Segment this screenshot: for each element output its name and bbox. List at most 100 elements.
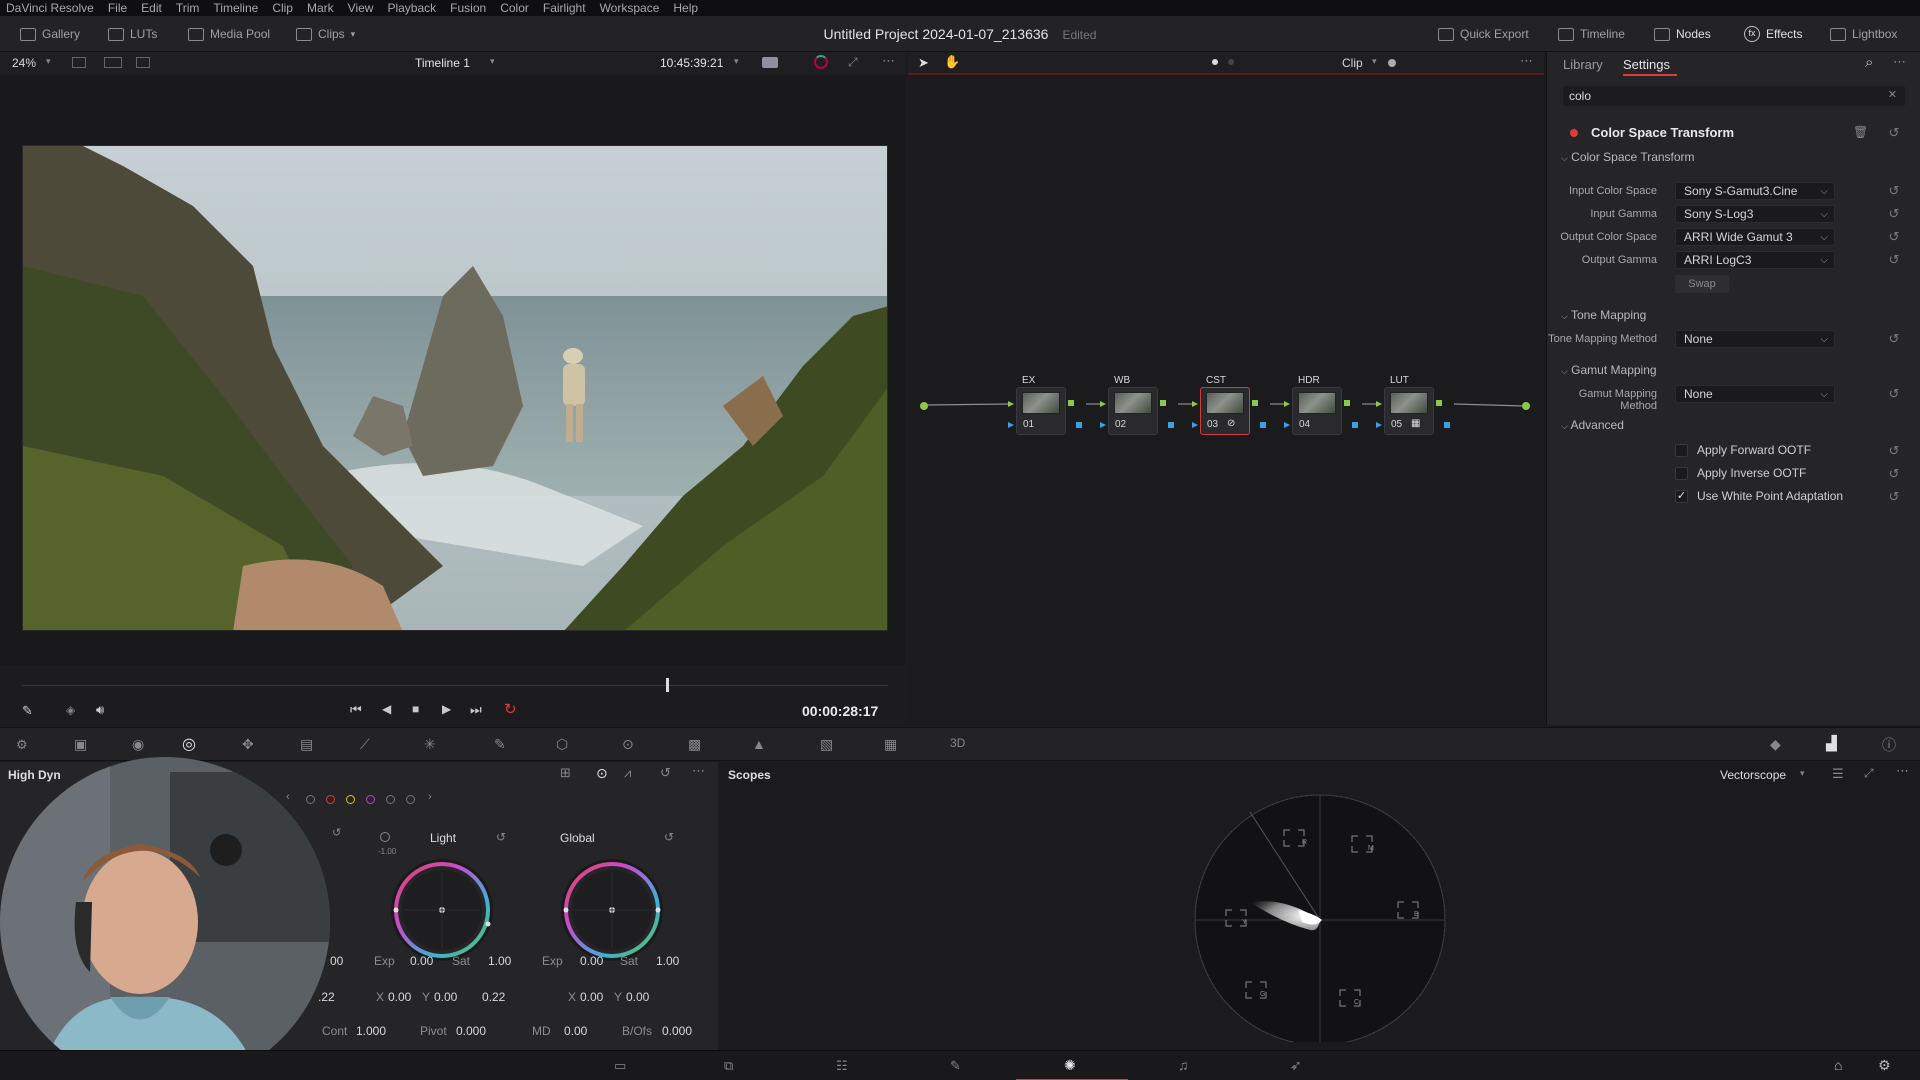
zoom-dropdown[interactable]: 24% [12,56,36,70]
color-wheels-icon[interactable]: ◉ [132,736,144,753]
chevron-right-icon[interactable]: › [428,791,432,803]
color-match-icon[interactable]: ▣ [74,736,87,753]
timeline-button[interactable]: Timeline [1558,24,1625,44]
menu-item-clip[interactable]: Clip [272,1,293,15]
eyedropper-icon[interactable]: ✎ [22,703,33,719]
keyframes-icon[interactable]: ◆ [1770,736,1781,753]
light-y-value[interactable]: 0.00 [434,990,457,1004]
light-sat-value[interactable]: 1.00 [488,954,511,968]
input-gamma-dropdown[interactable]: Sony S-Log3 ⌵ [1675,205,1835,223]
reset-icon[interactable]: ↺ [1887,253,1901,267]
settings-gear-icon[interactable]: ⚙︎ [1878,1057,1891,1074]
tone-mapping-dropdown[interactable]: None ⌵ [1675,330,1835,348]
falloff-icon[interactable] [380,832,390,842]
deliver-page-icon[interactable]: ➶ [1290,1057,1302,1074]
scrubber-track[interactable] [22,685,888,686]
menu-item-fusion[interactable]: Fusion [450,1,486,15]
scope-settings-icon[interactable]: ☰ [1832,766,1844,782]
reset-icon[interactable]: ↺ [1887,387,1901,401]
scopes-icon[interactable]: ▟ [1826,735,1837,752]
delete-effect-icon[interactable]: 🗑︎ [1853,125,1868,139]
clips-button[interactable]: Clips ▾ [296,24,355,44]
light-exp-value[interactable]: 0.00 [410,954,433,968]
apply-forward-ootf-checkbox[interactable] [1675,444,1688,457]
menu-item-help[interactable]: Help [673,1,698,15]
menu-item-mark[interactable]: Mark [307,1,334,15]
single-view-icon[interactable] [72,57,86,68]
graph-icon[interactable]: ⩘ [624,765,631,781]
menu-item-app[interactable]: DaVinci Resolve [6,1,94,15]
fusion-page-icon[interactable]: ✎ [950,1058,961,1074]
qualifier-icon[interactable]: ✎ [494,736,506,753]
md-value[interactable]: 0.00 [564,1024,587,1038]
gallery-button[interactable]: Gallery [20,24,80,44]
fairlight-page-icon[interactable]: ♫ [1178,1057,1189,1073]
tab-library[interactable]: Library [1563,57,1603,72]
split-view-icon[interactable] [104,57,122,68]
light-color-wheel[interactable] [386,854,498,966]
global-y-value[interactable]: 0.00 [626,990,649,1004]
node-zoom-slider[interactable] [1388,59,1396,67]
section-tone-mapping[interactable]: ⌵ Tone Mapping [1561,308,1646,322]
gamut-mapping-dropdown[interactable]: None ⌵ [1675,385,1835,403]
edit-page-icon[interactable]: ☷ [836,1058,848,1074]
more-options-icon[interactable]: ⋯ [692,763,705,779]
info-icon[interactable]: ⓘ [1882,735,1896,755]
reset-icon[interactable]: ↺ [496,830,506,844]
page-dot-icon[interactable] [1212,59,1218,65]
light-z-value[interactable]: 0.22 [482,990,505,1004]
reset-icon[interactable]: ↺ [1887,207,1901,221]
color-page-tab[interactable]: ✺ [1016,1051,1128,1080]
section-gamut-mapping[interactable]: ⌵ Gamut Mapping [1561,363,1657,377]
menu-item-color[interactable]: Color [500,1,529,15]
tracker-icon[interactable]: ⊙ [622,736,634,753]
hdr-icon[interactable] [762,57,778,68]
viewer-frame[interactable] [22,145,888,631]
zones-icon[interactable]: ⊞ [560,765,571,781]
reset-effect-icon[interactable]: ↺ [1887,126,1901,140]
window-icon[interactable]: ⬡ [556,736,568,753]
luts-button[interactable]: LUTs [108,24,157,44]
search-icon[interactable]: ⌕ [1865,54,1873,71]
menu-item-playback[interactable]: Playback [387,1,436,15]
use-white-point-adaptation-checkbox[interactable]: ✓ [1675,490,1688,503]
color-picker-icon[interactable] [814,55,828,69]
zone-dot-purple[interactable] [366,795,375,804]
layers-icon[interactable]: ◈ [66,703,75,717]
loop-icon[interactable]: ↻ [504,700,517,718]
global-color-wheel[interactable] [556,854,668,966]
output-gamma-dropdown[interactable]: ARRI LogC3 ⌵ [1675,251,1835,269]
wheels-icon[interactable]: ⊙ [596,765,608,782]
reset-all-icon[interactable]: ↺ [660,765,671,781]
apply-inverse-ootf-checkbox[interactable] [1675,467,1688,480]
reset-icon[interactable]: ↺ [664,830,674,844]
reset-icon[interactable]: ↺ [1887,184,1901,198]
camera-raw-icon[interactable]: ⚙︎ [16,737,28,753]
hand-icon[interactable]: ✋ [944,54,960,70]
playhead[interactable] [666,678,669,692]
hdr-palette-icon[interactable]: ◎ [182,734,196,754]
timeline-name[interactable]: Timeline 1 [415,56,470,70]
zone-dot-yellow[interactable] [346,795,355,804]
global-sat-value[interactable]: 1.00 [656,954,679,968]
home-icon[interactable]: ⌂ [1834,1057,1842,1073]
reverse-play-icon[interactable]: ◀ [382,702,391,716]
more-options-icon[interactable]: ⋯ [882,53,895,69]
search-input[interactable] [1563,86,1873,106]
input-color-space-dropdown[interactable]: Sony S-Gamut3.Cine ⌵ [1675,182,1835,200]
pivot-value[interactable]: 0.000 [456,1024,486,1038]
menu-item-fairlight[interactable]: Fairlight [543,1,586,15]
node-editor[interactable]: EX 01 WB 02 CST 03 ⊘ HDR 04 LUT 05 ▦ [908,75,1544,725]
quick-export-button[interactable]: Quick Export [1438,24,1529,44]
menu-item-file[interactable]: File [108,1,127,15]
stop-icon[interactable]: ■ [412,702,419,716]
scope-type-dropdown[interactable]: Vectorscope [1720,768,1786,782]
light-x-value[interactable]: 0.00 [388,990,411,1004]
nodes-button[interactable]: Nodes [1654,24,1711,44]
reset-icon[interactable]: ↺ [1887,332,1901,346]
key-icon[interactable]: ▧ [820,736,833,753]
reset-icon[interactable]: ↺ [1887,230,1901,244]
fullscreen-icon[interactable]: ⤢ [848,55,858,70]
media-page-icon[interactable]: ▭ [614,1058,626,1074]
menu-item-view[interactable]: View [348,1,374,15]
